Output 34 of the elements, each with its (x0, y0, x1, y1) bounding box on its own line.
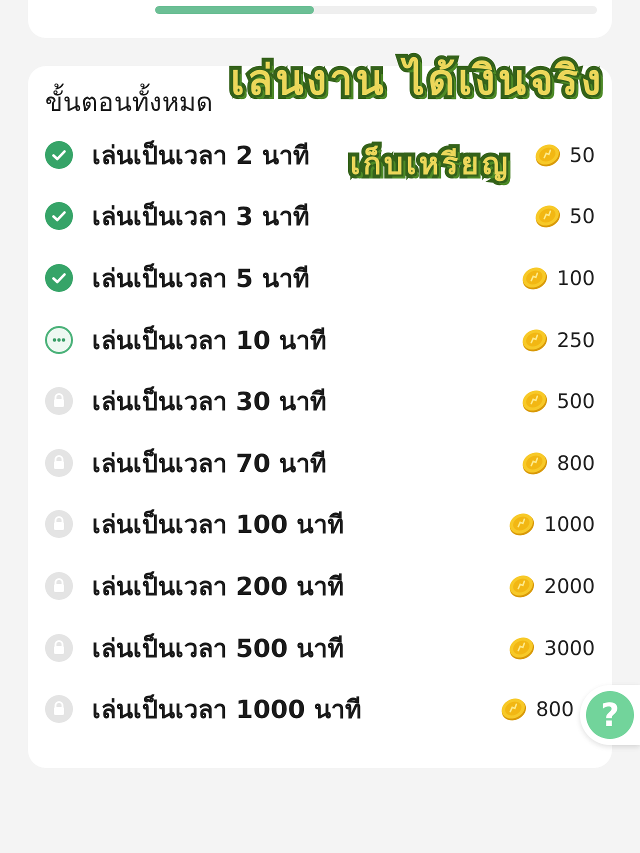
reward-amount: 500 (556, 389, 595, 414)
sticker-caption: เก็บเหรียญ (350, 148, 511, 181)
coin-icon (508, 634, 536, 661)
step-label: เล่นเป็นเวลา 100 นาที (92, 508, 344, 542)
coin-icon (500, 696, 527, 722)
reward-amount: 800 (536, 697, 574, 722)
sticker-headline: เล่นงาน ได้เงินจริง (230, 58, 604, 104)
step-label: เล่นเป็นเวลา 200 นาที (92, 570, 344, 603)
step-label: เล่นเป็นเวลา 3 นาที (92, 200, 309, 234)
reward-amount: 800 (556, 450, 595, 475)
step-label: เล่นเป็นเวลา 5 นาที (92, 262, 309, 295)
coin-icon (534, 142, 561, 168)
coin-icon (534, 203, 561, 230)
reward-amount: 50 (570, 142, 595, 167)
section-title: ขั้นตอนทั้งหมด (45, 83, 213, 123)
step-label: เล่นเป็นเวลา 2 นาที (92, 139, 309, 172)
reward-amount: 100 (556, 266, 595, 290)
reward-amount: 1000 (544, 512, 595, 536)
coin-icon (508, 572, 536, 599)
step-label: เล่นเป็นเวลา 70 นาที (92, 447, 326, 480)
coin-icon (520, 326, 548, 353)
reward-amount: 2000 (544, 574, 595, 598)
coin-icon (520, 450, 548, 476)
coin-icon (520, 264, 548, 291)
step-label: เล่นเป็นเวลา 500 นาที (92, 632, 344, 665)
help-button[interactable]: ? (586, 691, 634, 739)
reward-amount: 50 (570, 204, 595, 228)
coin-icon (508, 511, 536, 538)
step-label: เล่นเป็นเวลา 10 นาที (92, 324, 326, 357)
step-label: เล่นเป็นเวลา 30 นาที (92, 385, 326, 418)
reward-amount: 250 (556, 328, 595, 352)
reward-amount: 3000 (544, 636, 595, 660)
coin-icon (520, 388, 548, 414)
step-label: เล่นเป็นเวลา 1000 นาที (92, 693, 361, 726)
